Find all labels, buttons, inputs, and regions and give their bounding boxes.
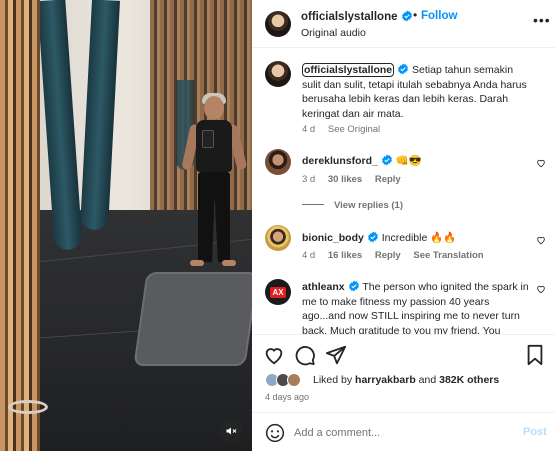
liked-by-user[interactable]: harryakbarb: [355, 374, 416, 386]
divider: [302, 204, 324, 205]
comment-text: 👊😎: [395, 155, 422, 167]
comment-text: Incredible 🔥🔥: [381, 232, 457, 244]
comment-text-block: athleanx The person who ignited the spar…: [302, 280, 534, 334]
reply-button[interactable]: Reply: [375, 250, 401, 261]
see-translation-link[interactable]: See Translation: [413, 250, 483, 261]
comment-likes[interactable]: 16 likes: [328, 250, 362, 261]
comment-meta: 4 d 16 likes Reply See Translation: [302, 250, 494, 261]
view-replies-label[interactable]: View replies (1): [334, 200, 403, 211]
view-replies-button[interactable]: View replies (1): [302, 200, 403, 211]
comment-icon[interactable]: [294, 344, 316, 366]
bookmark-icon[interactable]: [524, 344, 546, 366]
verified-badge-icon: [398, 63, 409, 75]
caption-avatar[interactable]: [265, 61, 291, 87]
phone: [202, 130, 214, 148]
comment-input[interactable]: [294, 423, 514, 443]
heart-icon[interactable]: [536, 284, 546, 294]
floor-ring: [8, 400, 48, 414]
separator-dot: •: [413, 8, 418, 22]
more-options-icon[interactable]: •••: [533, 12, 551, 28]
comment-text-block: bionic_body Incredible 🔥🔥: [302, 231, 534, 246]
caption-username[interactable]: officialslystallone: [302, 63, 395, 77]
emoji-icon[interactable]: [265, 423, 285, 443]
post-time[interactable]: 4 days ago: [265, 392, 309, 402]
mute-button[interactable]: [220, 420, 242, 442]
post-button[interactable]: Post: [523, 426, 547, 438]
comment-item: bionic_body Incredible 🔥🔥 4 d 16 likes R…: [252, 225, 555, 275]
likes-count[interactable]: 382K others: [439, 374, 499, 386]
caption-meta: 4 d See Original: [302, 124, 390, 135]
legs: [198, 172, 230, 262]
heart-icon[interactable]: [263, 344, 285, 366]
caption-text-block: officialslystallone Setiap tahun semakin…: [302, 63, 534, 121]
reply-button[interactable]: Reply: [375, 174, 401, 185]
liked-and: and: [418, 374, 437, 386]
comment-username[interactable]: athleanx: [302, 281, 345, 293]
comment-time[interactable]: 4 d: [302, 250, 315, 261]
liked-by-label: Liked by: [313, 374, 353, 386]
comment-meta: 3 d 30 likes Reply: [302, 174, 411, 185]
commenter-avatar[interactable]: [265, 149, 291, 175]
add-comment-bar: Post: [252, 412, 555, 451]
post-media[interactable]: [0, 0, 252, 451]
comment-text-block: dereklunsford_ 👊😎: [302, 154, 534, 169]
comment-username[interactable]: bionic_body: [302, 232, 364, 244]
comment-time[interactable]: 3 d: [302, 174, 315, 185]
comments-list[interactable]: officialslystallone Setiap tahun semakin…: [252, 49, 555, 334]
comment-item: AX athleanx The person who ignited the s…: [252, 279, 555, 334]
caption-time[interactable]: 4 d: [302, 124, 315, 135]
comment-item: dereklunsford_ 👊😎 3 d 30 likes Reply Vie…: [252, 149, 555, 219]
follow-button[interactable]: Follow: [421, 10, 457, 22]
audio-label[interactable]: Original audio: [301, 27, 366, 39]
wood-pillar: [0, 0, 40, 451]
person-figure: [181, 93, 248, 272]
verified-badge-icon: [381, 154, 392, 166]
author-avatar[interactable]: [265, 11, 291, 37]
comment-likes[interactable]: 30 likes: [328, 174, 362, 185]
heart-icon[interactable]: [536, 235, 546, 245]
see-original-link[interactable]: See Original: [328, 124, 380, 135]
caption: officialslystallone Setiap tahun semakin…: [252, 61, 555, 141]
comment-username[interactable]: dereklunsford_: [302, 155, 378, 167]
share-icon[interactable]: [325, 344, 347, 366]
commenter-avatar[interactable]: [265, 225, 291, 251]
likes-summary: Liked by harryakbarb and 382K others: [265, 372, 555, 390]
post-details-panel: officialslystallone • Follow Original au…: [252, 0, 555, 451]
post-header: officialslystallone • Follow Original au…: [252, 0, 555, 48]
head: [204, 96, 224, 120]
liker-avatar[interactable]: [287, 373, 301, 387]
verified-badge-icon: [401, 10, 412, 22]
action-bar: [252, 334, 555, 374]
exercise-mat: [133, 272, 252, 366]
commenter-avatar[interactable]: AX: [265, 279, 291, 305]
verified-badge-icon: [367, 231, 378, 243]
author-username[interactable]: officialslystallone: [301, 10, 413, 23]
author-username-text[interactable]: officialslystallone: [301, 11, 398, 23]
speaker-muted-icon: [226, 427, 237, 435]
athleanx-logo: AX: [270, 286, 286, 298]
verified-badge-icon: [348, 280, 359, 292]
heart-icon[interactable]: [536, 158, 546, 168]
likes-text: Liked by harryakbarb and 382K others: [313, 374, 499, 386]
feet: [190, 260, 236, 268]
